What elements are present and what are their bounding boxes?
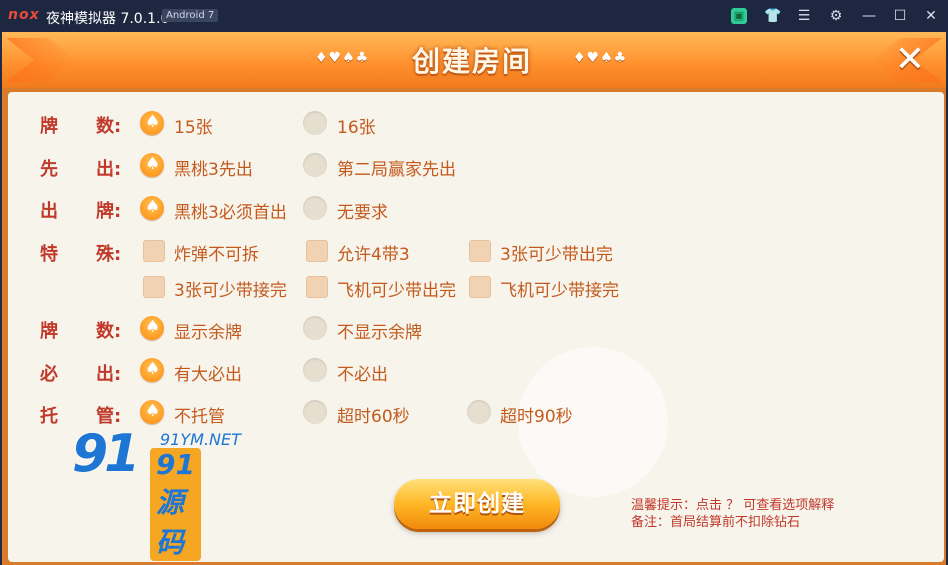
option-timeout-60[interactable]: 超时60秒 [337, 402, 410, 427]
option-not-must-play[interactable]: 不必出 [337, 360, 388, 385]
suits-decoration-left: ♦♥♠♣ [315, 50, 370, 66]
option-bomb-no-split[interactable]: 炸弹不可拆 [174, 240, 259, 265]
radio-spade3-first[interactable] [140, 153, 164, 177]
radio-15-cards[interactable] [140, 111, 164, 135]
checkbox-bomb-no-split[interactable] [143, 240, 165, 262]
suits-decoration-right: ♦♥♠♣ [573, 50, 628, 66]
create-room-button[interactable]: 立即创建 [394, 479, 560, 529]
radio-hide-remaining[interactable] [303, 316, 327, 340]
watermark-url: 91YM.NET [160, 430, 241, 449]
option-no-requirement[interactable]: 无要求 [337, 198, 388, 223]
option-plane-less-finish[interactable]: 飞机可少带出完 [337, 276, 456, 301]
shirt-icon[interactable]: 👕 [763, 6, 783, 26]
radio-show-remaining[interactable] [140, 316, 164, 340]
option-timeout-90[interactable]: 超时90秒 [500, 402, 573, 427]
checkbox-plane-less-take[interactable] [469, 276, 491, 298]
header-decoration-left [6, 38, 76, 82]
radio-not-must-play[interactable] [303, 358, 327, 382]
gear-icon[interactable]: ⚙ [826, 6, 846, 26]
option-3-less-finish[interactable]: 3张可少带出完 [500, 240, 613, 265]
radio-no-auto-play[interactable] [140, 400, 164, 424]
row-label-special: 特殊: [40, 244, 122, 265]
dialog-close-button[interactable]: ✕ [890, 40, 930, 80]
radio-winner-first[interactable] [303, 153, 327, 177]
watermark-cn-text: 91源码 [150, 448, 201, 561]
option-16-cards[interactable]: 16张 [337, 113, 376, 138]
option-15-cards[interactable]: 15张 [174, 113, 213, 138]
radio-16-cards[interactable] [303, 111, 327, 135]
option-plane-less-take[interactable]: 飞机可少带接完 [500, 276, 619, 301]
option-spade3-must[interactable]: 黑桃3必须首出 [174, 198, 287, 223]
checkbox-allow-4-with-3[interactable] [306, 240, 328, 262]
watermark-91-glyph: 91 [72, 424, 140, 484]
option-allow-4-with-3[interactable]: 允许4带3 [337, 240, 410, 265]
tip-note: 备注：首局结算前不扣除钻石 [631, 515, 801, 530]
option-must-play-bigger[interactable]: 有大必出 [174, 360, 242, 385]
radio-timeout-90[interactable] [467, 400, 491, 424]
close-icon[interactable]: ✕ [921, 6, 941, 26]
radio-spade3-must[interactable] [140, 196, 164, 220]
maximize-icon[interactable]: ☐ [890, 6, 910, 26]
row-label-first-play: 先出: [40, 159, 122, 180]
option-hide-remaining[interactable]: 不显示余牌 [337, 318, 422, 343]
dialog-title: 创建房间 [412, 45, 533, 78]
radio-timeout-60[interactable] [303, 400, 327, 424]
radio-must-play-bigger[interactable] [140, 358, 164, 382]
store-icon[interactable]: ▣ [731, 8, 747, 24]
option-spade3-first[interactable]: 黑桃3先出 [174, 155, 253, 180]
option-winner-first[interactable]: 第二局赢家先出 [337, 155, 456, 180]
nox-logo: nox [8, 7, 40, 23]
row-label-card-count: 牌数: [40, 116, 122, 137]
window-titlebar: nox 夜神模拟器 7.0.1.0 Android 7 ▣ 👕 ☰ ⚙ — ☐ … [0, 0, 948, 32]
row-label-play-card: 出牌: [40, 201, 122, 222]
row-label-auto-play: 托管: [40, 406, 122, 427]
option-show-remaining[interactable]: 显示余牌 [174, 318, 242, 343]
row-label-must-play: 必出: [40, 364, 122, 385]
row-label-remaining-cards: 牌数: [40, 321, 122, 342]
android-version-badge: Android 7 [162, 9, 219, 22]
app-title: 夜神模拟器 7.0.1.0 [46, 11, 170, 27]
minimize-icon[interactable]: — [859, 6, 879, 26]
option-3-less-take[interactable]: 3张可少带接完 [174, 276, 287, 301]
checkbox-plane-less-finish[interactable] [306, 276, 328, 298]
menu-icon[interactable]: ☰ [794, 6, 814, 26]
dialog-header: ♦♥♠♣ 创建房间 ♦♥♠♣ ✕ [2, 32, 946, 88]
option-no-auto-play[interactable]: 不托管 [174, 402, 225, 427]
checkbox-3-less-finish[interactable] [469, 240, 491, 262]
checkbox-3-less-take[interactable] [143, 276, 165, 298]
radio-no-requirement[interactable] [303, 196, 327, 220]
